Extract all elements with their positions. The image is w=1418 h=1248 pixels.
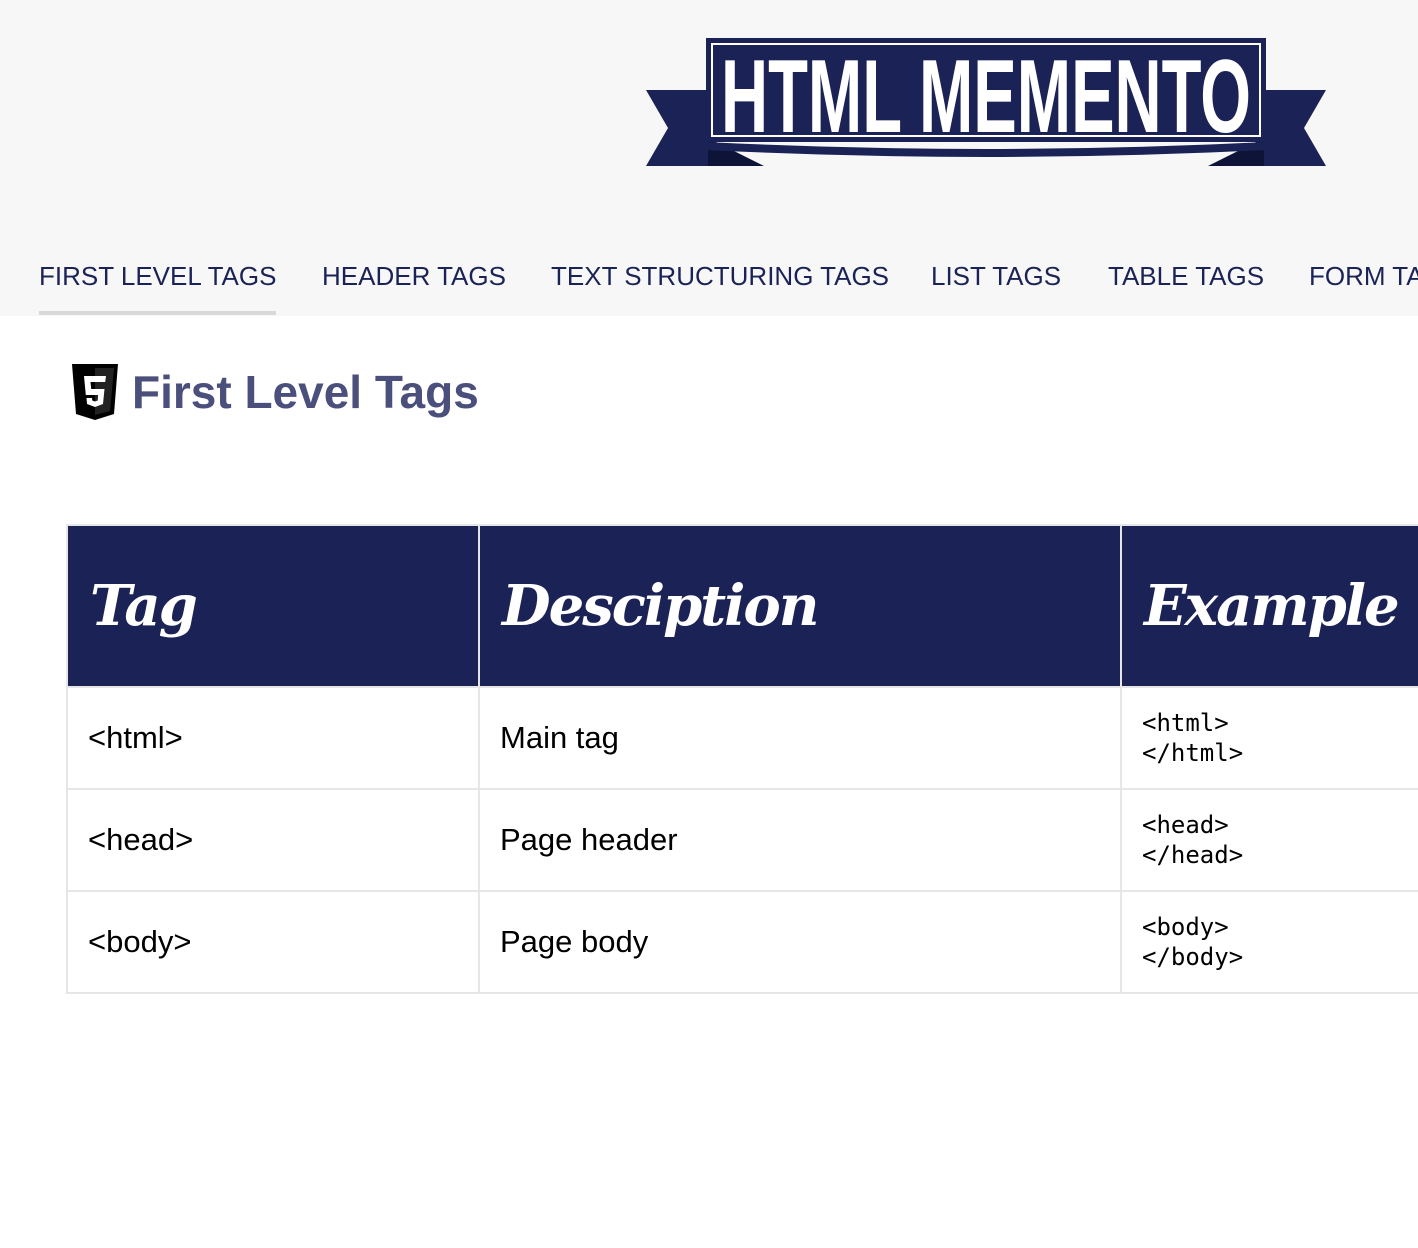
tags-table: Tag Desciption Example <html> Main tag <… — [66, 524, 1418, 994]
tag-cell: <head> — [66, 788, 480, 892]
column-header-description: Desciption — [478, 524, 1122, 688]
site-header: HTML MEMENTO FIRST LEVEL TAGS HEADER TAG… — [0, 0, 1418, 316]
nav-header-tags[interactable]: HEADER TAGS — [322, 258, 506, 294]
column-header-tag: Tag — [66, 524, 480, 688]
column-header-example: Example — [1120, 524, 1418, 688]
description-cell: Page header — [478, 788, 1122, 892]
nav-text-structuring-tags[interactable]: TEXT STRUCTURING TAGS — [551, 258, 889, 294]
example-cell: <html> </html> — [1120, 686, 1418, 790]
tag-cell: <html> — [66, 686, 480, 790]
description-cell: Main tag — [478, 686, 1122, 790]
tags-table-container: Tag Desciption Example <html> Main tag <… — [66, 524, 1418, 994]
nav-first-level-tags[interactable]: FIRST LEVEL TAGS — [39, 258, 277, 315]
table-row: <html> Main tag <html> </html> — [66, 686, 1418, 790]
table-row: <body> Page body <body> </body> — [66, 890, 1418, 994]
html5-icon — [72, 364, 118, 420]
table-row: <head> Page header <head> </head> — [66, 788, 1418, 892]
section-heading: First Level Tags — [70, 362, 479, 422]
description-cell: Page body — [478, 890, 1122, 994]
example-cell: <head> </head> — [1120, 788, 1418, 892]
table-header-row: Tag Desciption Example — [66, 524, 1418, 688]
nav-list-tags[interactable]: LIST TAGS — [931, 258, 1061, 294]
page-title: First Level Tags — [132, 366, 479, 418]
tag-cell: <body> — [66, 890, 480, 994]
html-memento-logo[interactable]: HTML MEMENTO — [646, 38, 1326, 170]
example-cell: <body> </body> — [1120, 890, 1418, 994]
main-nav: FIRST LEVEL TAGS HEADER TAGS TEXT STRUCT… — [0, 258, 1418, 316]
nav-table-tags[interactable]: TABLE TAGS — [1108, 258, 1264, 294]
logo-text: HTML MEMENTO — [721, 39, 1251, 155]
nav-form-tags[interactable]: FORM TA — [1309, 258, 1418, 294]
